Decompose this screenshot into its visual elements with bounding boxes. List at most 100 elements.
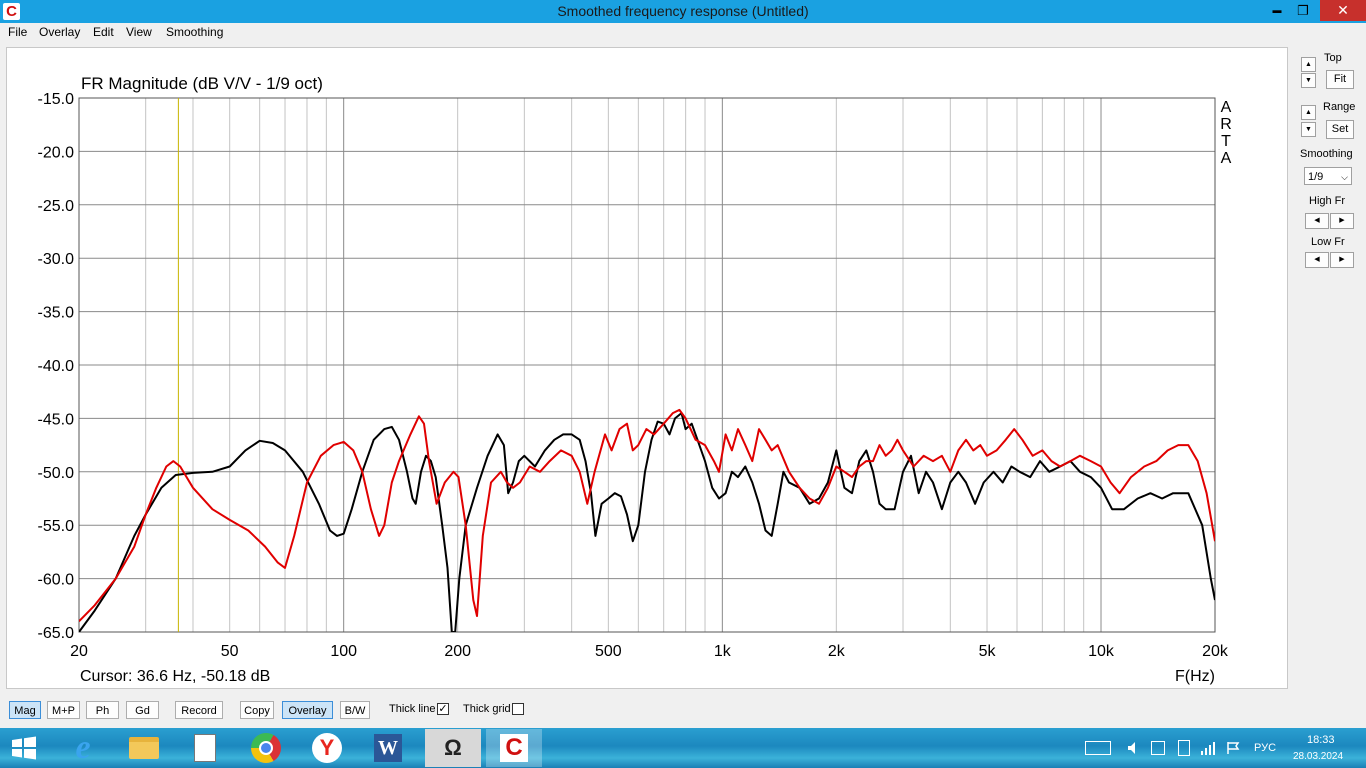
range-down-button[interactable]: ▼ (1301, 122, 1316, 137)
menu-overlay[interactable]: Overlay (39, 25, 80, 39)
x-tick-label: 1k (714, 643, 732, 660)
y-tick-label: -20.0 (38, 144, 75, 161)
smoothing-value: 1/9 (1308, 171, 1324, 183)
record-button[interactable]: Record (175, 701, 223, 719)
copy-button[interactable]: Copy (240, 701, 274, 719)
x-tick-label: 10k (1088, 643, 1115, 660)
arta-watermark-letter: R (1220, 116, 1232, 133)
network-signal-icon[interactable] (1200, 740, 1216, 756)
chrome-icon (250, 733, 282, 763)
ie-icon: e (75, 729, 91, 766)
menu-edit[interactable]: Edit (93, 25, 114, 39)
low-fr-label: Low Fr (1311, 236, 1345, 248)
taskbar: e Y W Ω C РУС 18:33 28.03.2024 (0, 728, 1366, 768)
minimize-button[interactable]: ▬ (1266, 0, 1288, 21)
menu-view[interactable]: View (126, 25, 152, 39)
y-tick-label: -25.0 (38, 198, 75, 215)
y-tick-label: -40.0 (38, 358, 75, 375)
keyboard-icon[interactable] (1085, 741, 1111, 755)
smoothing-select[interactable]: 1/9 ⌵ (1304, 167, 1352, 185)
chart-title: FR Magnitude (dB V/V - 1/9 oct) (81, 74, 323, 93)
x-tick-label: 20 (70, 643, 88, 660)
bw-button[interactable]: B/W (340, 701, 370, 719)
low-fr-right-button[interactable]: ▶ (1330, 252, 1354, 268)
taskbar-explorer[interactable] (116, 729, 172, 767)
y-tick-label: -65.0 (38, 625, 75, 642)
x-axis-label: F(Hz) (1175, 668, 1215, 685)
y-tick-label: -30.0 (38, 251, 75, 268)
x-tick-label: 50 (221, 643, 239, 660)
high-fr-label: High Fr (1309, 195, 1346, 207)
smoothing-label: Smoothing (1300, 148, 1353, 160)
omega-icon: Ω (444, 735, 462, 760)
thick-line-checkbox[interactable]: ✓ (437, 703, 449, 715)
top-label: Top (1324, 52, 1342, 64)
range-up-button[interactable]: ▲ (1301, 105, 1316, 120)
menu-file[interactable]: File (8, 25, 27, 39)
phase-button[interactable]: Ph (86, 701, 119, 719)
x-tick-label: 200 (444, 643, 471, 660)
close-button[interactable]: ✕ (1320, 0, 1366, 21)
x-tick-label: 20k (1202, 643, 1229, 660)
menu-bar: File Overlay Edit View Smoothing (0, 23, 1366, 43)
title-bar: C Smoothed frequency response (Untitled)… (0, 0, 1366, 23)
top-down-button[interactable]: ▼ (1301, 73, 1316, 88)
yandex-browser-icon: Y (311, 733, 343, 763)
range-label: Range (1323, 101, 1356, 113)
set-button[interactable]: Set (1326, 120, 1354, 139)
taskbar-ie[interactable]: e (55, 729, 111, 767)
thick-grid-label: Thick grid (463, 703, 511, 715)
y-tick-label: -45.0 (38, 411, 75, 428)
document-viewer-icon (189, 733, 221, 763)
taskbar-omega[interactable]: Ω (425, 729, 481, 767)
high-fr-right-button[interactable]: ▶ (1330, 213, 1354, 229)
window-title: Smoothed frequency response (Untitled) (557, 3, 809, 19)
x-tick-label: 100 (330, 643, 357, 660)
windows-logo-icon (12, 736, 36, 760)
thick-grid-checkbox[interactable] (512, 703, 524, 715)
clock-date[interactable]: 28.03.2024 (1293, 751, 1343, 762)
y-tick-label: -15.0 (38, 91, 75, 108)
volume-icon[interactable] (1127, 741, 1139, 755)
action-center-icon[interactable] (1151, 741, 1165, 755)
arta-watermark-letter: A (1221, 99, 1232, 116)
bottom-toolbar: Mag M+P Ph Gd Record Copy Overlay B/W Th… (0, 690, 1366, 728)
thick-line-label: Thick line (389, 703, 436, 715)
chevron-down-icon: ⌵ (1341, 172, 1348, 182)
file-explorer-icon (128, 733, 160, 763)
high-fr-left-button[interactable]: ◀ (1305, 213, 1329, 229)
y-tick-label: -50.0 (38, 465, 75, 482)
menu-smoothing[interactable]: Smoothing (166, 25, 223, 39)
top-up-button[interactable]: ▲ (1301, 57, 1316, 72)
group-delay-button[interactable]: Gd (126, 701, 159, 719)
y-tick-label: -55.0 (38, 518, 75, 535)
battery-icon[interactable] (1178, 740, 1190, 756)
low-fr-left-button[interactable]: ◀ (1305, 252, 1329, 268)
x-tick-label: 500 (595, 643, 622, 660)
taskbar-chrome[interactable] (238, 729, 294, 767)
language-indicator[interactable]: РУС (1254, 742, 1276, 754)
clock-time[interactable]: 18:33 (1307, 734, 1335, 746)
arta-watermark-letter: A (1221, 150, 1232, 167)
flag-icon[interactable] (1226, 741, 1240, 755)
start-button[interactable] (10, 736, 38, 760)
taskbar-arta[interactable]: C (486, 729, 542, 767)
x-tick-label: 2k (828, 643, 846, 660)
chart-svg[interactable]: -15.0 -20.0 -25.0 -30.0 -35.0 -40.0 -45.0 -50.0… (7, 48, 1287, 688)
overlay-button[interactable]: Overlay (282, 701, 333, 719)
mag-phase-button[interactable]: M+P (47, 701, 80, 719)
arta-icon: C (498, 733, 530, 763)
maximize-button[interactable]: ❐ (1292, 0, 1314, 21)
taskbar-viewer[interactable] (177, 729, 233, 767)
taskbar-yandex[interactable]: Y (299, 729, 355, 767)
y-tick-label: -35.0 (38, 305, 75, 322)
cursor-readout: Cursor: 36.6 Hz, -50.18 dB (80, 668, 270, 685)
right-control-panel: ▲ ▼ Top Fit ▲ ▼ Range Set Smoothing 1/9 … (1288, 47, 1366, 687)
y-tick-label: -60.0 (38, 572, 75, 589)
arta-watermark-letter: T (1221, 133, 1231, 150)
taskbar-word[interactable]: W (360, 729, 416, 767)
mag-button[interactable]: Mag (9, 701, 41, 719)
x-tick-label: 5k (979, 643, 997, 660)
fit-button[interactable]: Fit (1326, 70, 1354, 89)
frequency-response-plot[interactable]: -15.0 -20.0 -25.0 -30.0 -35.0 -40.0 -45.0 -50.0… (6, 47, 1288, 689)
